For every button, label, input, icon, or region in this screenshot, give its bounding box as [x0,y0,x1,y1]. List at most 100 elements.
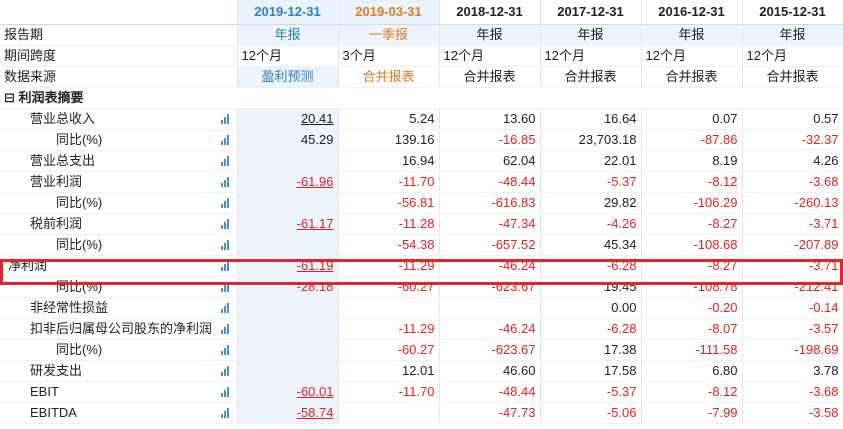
value-cell: 0.57 [742,108,843,130]
value-cell[interactable]: -61.96 [237,171,339,193]
value-cell: -47.34 [439,213,541,235]
report-type-value: 年报 [439,24,541,46]
period-header-2018-12-31[interactable]: 2018-12-31 [439,0,541,25]
section-header[interactable]: ⊟ 利润表摘要 [0,87,843,109]
value-cell [237,339,339,361]
value-cell: 29.82 [540,192,642,214]
bar-chart-icon[interactable] [220,198,229,208]
bar-chart-icon[interactable] [220,135,229,145]
row-label-cell: 非经常性损益 [0,297,238,319]
table-row: EBIT -60.01 -11.70 -48.44 -5.37 -8.12 -3.68 [0,381,843,403]
period-span-label: 期间跨度 [0,45,238,67]
bar-chart-icon[interactable] [220,114,229,124]
value-cell: -46.24 [439,318,541,340]
bar-chart-icon[interactable] [220,240,229,250]
data-source-row: 数据来源 盈利预测 合并报表 合并报表 合并报表 合并报表 合并报表 [0,66,843,88]
value-cell: -60.27 [338,276,440,298]
value-cell: -207.89 [742,234,843,256]
bar-chart-icon[interactable] [220,324,229,334]
bar-chart-icon[interactable] [220,156,229,166]
row-label: 同比(%) [56,195,103,210]
period-header-row: 2019-12-31 2019-03-31 2018-12-31 2017-12… [0,0,843,25]
row-label-cell: 同比(%) [0,276,238,298]
bar-chart-icon[interactable] [220,261,229,271]
value-cell: -11.70 [338,171,440,193]
period-header-2016-12-31[interactable]: 2016-12-31 [641,0,743,25]
bar-chart-icon[interactable] [220,282,229,292]
data-source-link[interactable]: 合并报表 [439,66,541,88]
value-cell: 45.29 [237,129,339,151]
value-cell[interactable]: -61.19 [237,255,339,277]
data-source-link[interactable]: 合并报表 [338,66,440,88]
row-label: 非经常性损益 [30,300,109,315]
period-header-2019-12-31[interactable]: 2019-12-31 [237,0,339,25]
value-cell: 3.78 [742,360,843,382]
value-cell: 46.60 [439,360,541,382]
row-label: 税前利润 [30,216,83,231]
report-type-value: 年报 [641,24,743,46]
value-cell: -16.85 [439,129,541,151]
report-type-value: 一季报 [338,24,440,46]
value-cell: -3.71 [742,255,843,277]
data-source-link[interactable]: 合并报表 [641,66,743,88]
value-cell: 23,703.18 [540,129,642,151]
value-cell: 0.00 [540,297,642,319]
financial-summary-table: 2019-12-31 2019-03-31 2018-12-31 2017-12… [0,0,843,424]
value-cell: -5.37 [540,381,642,403]
bar-chart-icon[interactable] [220,366,229,376]
value-cell: -8.12 [641,171,743,193]
table-row: 同比(%) -56.81 -616.83 29.82 -106.29 -260.13 [0,192,843,214]
value-cell: -87.86 [641,129,743,151]
row-label-cell: 净利润 [0,255,238,277]
value-cell: -616.83 [439,192,541,214]
value-cell: -5.06 [540,402,642,424]
value-cell [237,192,339,214]
period-header-2019-03-31[interactable]: 2019-03-31 [338,0,440,25]
data-source-link-forecast[interactable]: 盈利预测 [237,66,339,88]
value-cell[interactable]: -60.01 [237,381,339,403]
row-label: 净利润 [8,258,48,273]
bar-chart-icon[interactable] [220,387,229,397]
value-cell: -11.29 [338,255,440,277]
value-cell: -111.58 [641,339,743,361]
row-label: 营业总收入 [30,111,96,126]
table-row: 营业总收入 20.41 5.24 13.60 16.64 0.07 0.57 [0,108,843,130]
value-cell: -3.71 [742,213,843,235]
period-span-value: 12个月 [540,45,642,67]
period-span-value: 12个月 [742,45,843,67]
period-header-2015-12-31[interactable]: 2015-12-31 [742,0,843,25]
bar-chart-icon[interactable] [220,408,229,418]
table-row: 同比(%) -28.18 -60.27 -623.67 19.45 -108.78 -212… [0,276,843,298]
data-source-link[interactable]: 合并报表 [742,66,843,88]
value-cell: 6.80 [641,360,743,382]
row-label: 研发支出 [30,363,83,378]
value-cell: -623.67 [439,276,541,298]
value-cell: -3.68 [742,171,843,193]
value-cell: 12.01 [338,360,440,382]
row-label-cell: 营业总支出 [0,150,238,172]
period-span-value: 3个月 [338,45,440,67]
value-cell[interactable]: 20.41 [237,108,339,130]
header-corner [0,0,238,25]
value-cell: 13.60 [439,108,541,130]
value-cell[interactable]: -61.17 [237,213,339,235]
bar-chart-icon[interactable] [220,219,229,229]
value-cell [237,297,339,319]
bar-chart-icon[interactable] [220,345,229,355]
table-row: 税前利润 -61.17 -11.28 -47.34 -4.26 -8.27 -3.71 [0,213,843,235]
value-cell: -48.44 [439,381,541,403]
value-cell [439,297,541,319]
value-cell: -657.52 [439,234,541,256]
collapse-toggle-icon[interactable]: ⊟ [4,90,15,105]
period-header-2017-12-31[interactable]: 2017-12-31 [540,0,642,25]
table-row: 净利润 -61.19 -11.29 -46.24 -6.28 -8.27 -3.71 [0,255,843,277]
value-cell[interactable]: -58.74 [237,402,339,424]
period-span-value: 12个月 [237,45,339,67]
value-cell: -54.38 [338,234,440,256]
row-label: 同比(%) [56,342,103,357]
data-source-label: 数据来源 [0,66,238,88]
data-source-link[interactable]: 合并报表 [540,66,642,88]
bar-chart-icon[interactable] [220,177,229,187]
table-row: 同比(%) 45.29 139.16 -16.85 23,703.18 -87.86 -32… [0,129,843,151]
bar-chart-icon[interactable] [220,303,229,313]
